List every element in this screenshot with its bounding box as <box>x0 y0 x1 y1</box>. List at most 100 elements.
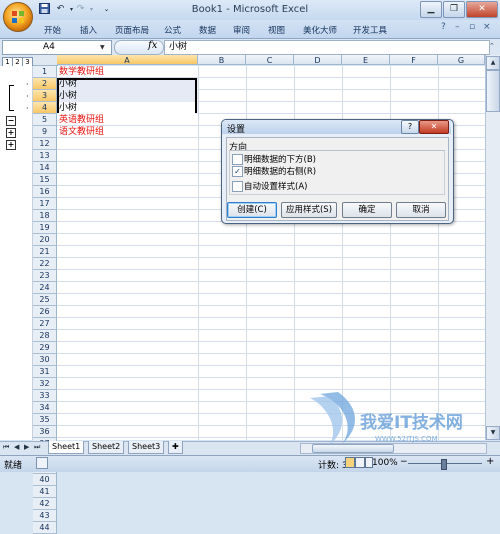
first-sheet-icon[interactable]: ⏮ <box>3 443 9 452</box>
insert-function-button[interactable]: fx <box>148 40 157 51</box>
row-header[interactable]: 34 <box>33 402 57 414</box>
formula-input[interactable]: 小树 <box>164 40 490 55</box>
page-layout-view-icon[interactable] <box>355 457 365 468</box>
zoom-out-icon[interactable]: − <box>400 457 408 467</box>
row-header[interactable]: 22 <box>33 258 57 270</box>
row-header[interactable]: 27 <box>33 318 57 330</box>
column-header-c[interactable]: C <box>246 55 294 65</box>
tab-developer[interactable]: 开发工具 <box>353 24 387 36</box>
tab-insert[interactable]: 插入 <box>80 24 97 36</box>
row-header[interactable]: 1 <box>33 66 57 78</box>
row-header[interactable]: 40 <box>33 474 57 486</box>
office-button[interactable] <box>3 2 33 32</box>
scroll-down-button[interactable]: ▼ <box>486 426 500 440</box>
expand-group-icon[interactable]: + <box>6 140 16 150</box>
column-header-f[interactable]: F <box>390 55 438 65</box>
next-sheet-icon[interactable]: ▶ <box>24 443 29 451</box>
row-header[interactable]: 32 <box>33 378 57 390</box>
cancel-button[interactable]: 取消 <box>396 202 446 218</box>
customize-icon[interactable]: ⌄ <box>100 3 113 16</box>
auto-styles-label[interactable]: 自动设置样式(A) <box>244 180 307 192</box>
restore-button[interactable]: ❐ <box>443 1 465 18</box>
row-header[interactable]: 23 <box>33 270 57 282</box>
create-button[interactable]: 创建(C) <box>227 202 277 218</box>
row-header[interactable]: 42 <box>33 498 57 510</box>
row-header[interactable]: 25 <box>33 294 57 306</box>
vertical-scroll-thumb[interactable] <box>486 70 500 112</box>
tab-data[interactable]: 数据 <box>199 24 216 36</box>
row-header[interactable]: 36 <box>33 426 57 438</box>
row-header[interactable]: 21 <box>33 246 57 258</box>
row-header[interactable]: 26 <box>33 306 57 318</box>
save-icon[interactable] <box>38 3 51 16</box>
tab-review[interactable]: 审阅 <box>233 24 250 36</box>
dialog-help-button[interactable]: ? <box>401 120 419 134</box>
row-header[interactable]: 4 <box>33 102 57 114</box>
row-header[interactable]: 18 <box>33 210 57 222</box>
row-header[interactable]: 19 <box>33 222 57 234</box>
help-icon[interactable]: ? <box>441 22 446 32</box>
row-header[interactable]: 30 <box>33 354 57 366</box>
cell-a4[interactable]: 小树 <box>59 102 195 114</box>
select-all-button[interactable] <box>33 55 58 66</box>
last-sheet-icon[interactable]: ⏭ <box>34 443 40 452</box>
column-header-e[interactable]: E <box>342 55 390 65</box>
name-box-dropdown-icon[interactable]: ▼ <box>100 44 105 51</box>
zoom-level[interactable]: 100% <box>372 458 398 468</box>
sheet-tab-2[interactable]: Sheet2 <box>88 441 125 454</box>
row-header[interactable]: 16 <box>33 186 57 198</box>
tab-formulas[interactable]: 公式 <box>164 24 181 36</box>
prev-sheet-icon[interactable]: ◀ <box>14 443 19 451</box>
column-header-a[interactable]: A <box>57 55 198 65</box>
tab-view[interactable]: 视图 <box>268 24 285 36</box>
cell-a3[interactable]: 小树 <box>59 90 77 102</box>
dialog-close-button[interactable]: ✕ <box>419 120 449 134</box>
name-box[interactable]: A4 <box>2 40 112 55</box>
normal-view-icon[interactable] <box>345 457 355 468</box>
sheet-tab-3[interactable]: Sheet3 <box>128 441 165 454</box>
expand-group-icon[interactable]: + <box>6 128 16 138</box>
row-header[interactable]: 5 <box>33 114 57 126</box>
expand-formula-bar-icon[interactable]: ⌃ <box>489 42 495 50</box>
redo-dropdown-icon[interactable]: ▾ <box>85 3 98 16</box>
cell-a1[interactable]: 数学教研组 <box>59 66 104 78</box>
row-header[interactable]: 43 <box>33 510 57 522</box>
row-header[interactable]: 2 <box>33 78 57 90</box>
ok-button[interactable]: 确定 <box>342 202 392 218</box>
horizontal-scroll-thumb[interactable] <box>312 444 394 453</box>
row-header[interactable]: 24 <box>33 282 57 294</box>
row-header[interactable]: 31 <box>33 366 57 378</box>
zoom-in-icon[interactable]: + <box>486 456 494 467</box>
ribbon-restore-icon[interactable]: ▫ <box>469 22 475 32</box>
minimize-button[interactable]: ▁ <box>420 1 442 18</box>
vertical-scrollbar[interactable] <box>485 55 500 440</box>
cell-a5[interactable]: 英语教研组 <box>59 114 104 126</box>
row-header[interactable]: 44 <box>33 522 57 534</box>
row-header[interactable]: 17 <box>33 198 57 210</box>
row-header[interactable]: 14 <box>33 162 57 174</box>
row-header[interactable]: 13 <box>33 150 57 162</box>
close-button[interactable]: ✕ <box>466 1 498 18</box>
column-header-d[interactable]: D <box>294 55 342 65</box>
auto-styles-checkbox[interactable] <box>232 181 243 192</box>
sheet-tab-1[interactable]: Sheet1 <box>48 441 85 454</box>
apply-styles-button[interactable]: 应用样式(S) <box>281 202 337 218</box>
summary-below-checkbox[interactable] <box>232 154 243 165</box>
row-header[interactable]: 41 <box>33 486 57 498</box>
tab-page-layout[interactable]: 页面布局 <box>115 24 149 36</box>
cell-a9[interactable]: 语文教研组 <box>59 126 104 138</box>
column-header-b[interactable]: B <box>198 55 246 65</box>
column-header-g[interactable]: G <box>438 55 485 65</box>
cell-a2[interactable]: 小树 <box>59 78 77 90</box>
summary-right-label[interactable]: 明细数据的右侧(R) <box>244 165 316 177</box>
tab-beautify[interactable]: 美化大师 <box>303 24 337 36</box>
macro-record-icon[interactable] <box>36 457 48 469</box>
row-header[interactable]: 28 <box>33 330 57 342</box>
insert-sheet-icon[interactable]: ✚ <box>168 441 183 454</box>
scroll-up-button[interactable]: ▲ <box>486 56 500 70</box>
tab-home[interactable]: 开始 <box>44 24 61 36</box>
row-header[interactable]: 33 <box>33 390 57 402</box>
row-header[interactable]: 35 <box>33 414 57 426</box>
row-header[interactable]: 12 <box>33 138 57 150</box>
row-header[interactable]: 3 <box>33 90 57 102</box>
